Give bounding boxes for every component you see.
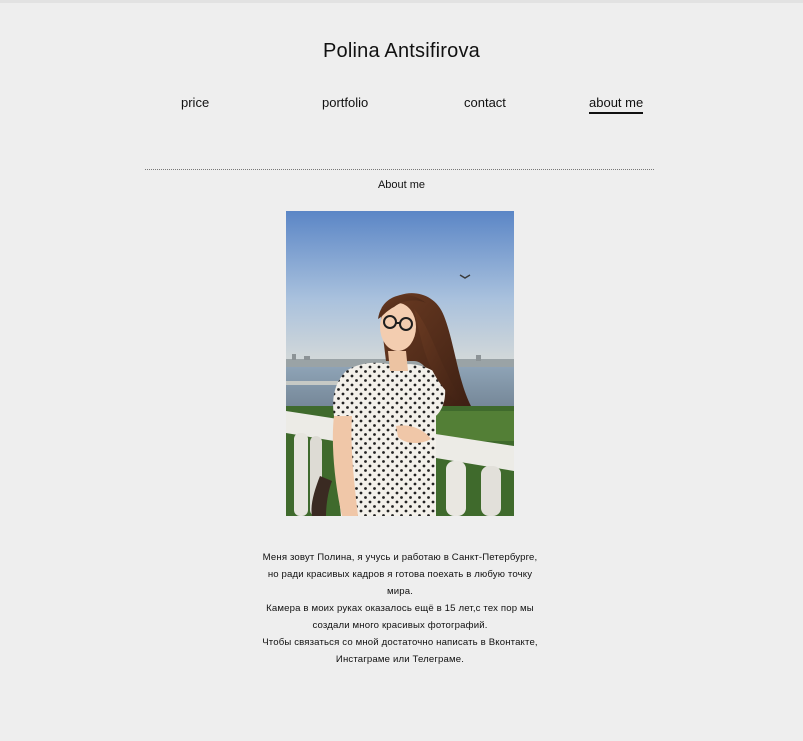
bio-line: мира. [386,586,414,597]
bio-line: создали много красивых фотографий. [312,620,488,631]
section-divider [145,169,654,170]
nav-item-price[interactable]: price [181,95,209,112]
bio-line: Меня зовут Полина, я учусь и работаю в С… [262,552,538,563]
site-title: Polina Antsifirova [322,40,481,62]
bio-line: Камера в моих руках оказалось ещё в 15 л… [266,603,534,614]
bio-line: Инстаграме или Телеграме. [335,654,465,665]
nav-item-portfolio[interactable]: portfolio [322,95,368,112]
main-nav: price portfolio contact about me [0,93,803,117]
nav-item-about-me[interactable]: about me [589,95,644,114]
page: Polina Antsifirova price portfolio conta… [0,0,803,741]
bio-line: но ради красивых кадров я готова поехать… [267,569,533,580]
portrait-photo [286,211,514,516]
section-heading: About me [377,179,426,191]
bio-line: Чтобы связаться со мной достаточно напис… [262,637,538,648]
bio-text: Меня зовут Полина, я учусь и работаю в С… [240,549,560,668]
nav-item-contact[interactable]: contact [464,95,506,112]
